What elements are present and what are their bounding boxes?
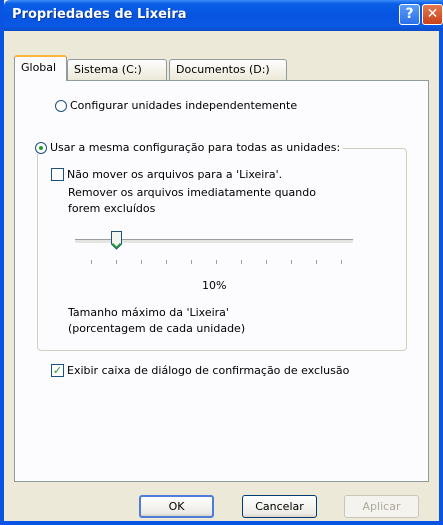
close-icon: ✕	[426, 6, 439, 22]
confirm-dialog-label: Exibir caixa de diálogo de confirmação d…	[67, 364, 350, 377]
window-title: Propriedades de Lixeira	[12, 7, 187, 22]
no-move-checkbox[interactable]	[51, 168, 64, 181]
radio-independent-label: Configurar unidades independentemente	[70, 99, 298, 112]
confirm-dialog-row[interactable]: ✓ Exibir caixa de diálogo de confirmação…	[51, 364, 349, 377]
close-button[interactable]: ✕	[422, 4, 443, 25]
help-icon: ?	[405, 6, 414, 22]
cancel-button[interactable]: Cancelar	[242, 495, 317, 518]
apply-button[interactable]: Aplicar	[344, 495, 419, 518]
no-move-label-line2: Remover os arquivos imediatamente quando	[68, 186, 316, 199]
tab-global[interactable]: Global	[14, 55, 67, 81]
tab-documentos-d[interactable]: Documentos (D:)	[169, 59, 287, 80]
recycle-size-slider-thumb[interactable]	[111, 231, 122, 250]
radio-same-row[interactable]: Usar a mesma configuração para todas as …	[35, 141, 344, 154]
radio-independent[interactable]	[55, 99, 67, 112]
radio-same[interactable]	[35, 141, 47, 154]
max-size-label-line1: Tamanho máximo da 'Lixeira'	[68, 306, 229, 319]
tab-sistema-c[interactable]: Sistema (C:)	[67, 59, 167, 80]
tab-panel-global: Configurar unidades independentemente Us…	[14, 80, 429, 482]
radio-same-label: Usar a mesma configuração para todas as …	[50, 141, 341, 154]
no-move-row[interactable]: Não mover os arquivos para a 'Lixeira'.	[51, 168, 282, 181]
confirm-dialog-checkbox[interactable]: ✓	[51, 364, 64, 377]
no-move-label-line1: Não mover os arquivos para a 'Lixeira'.	[67, 168, 283, 181]
no-move-label-line3: forem excluídos	[68, 202, 156, 215]
radio-independent-row[interactable]: Configurar unidades independentemente	[55, 99, 297, 112]
slider-value-label: 10%	[202, 279, 227, 292]
help-button[interactable]: ?	[399, 4, 420, 25]
ok-button[interactable]: OK	[139, 495, 214, 518]
max-size-label-line2: (porcentagem de cada unidade)	[68, 322, 246, 335]
title-bar[interactable]: Propriedades de Lixeira ? ✕	[4, 0, 443, 31]
